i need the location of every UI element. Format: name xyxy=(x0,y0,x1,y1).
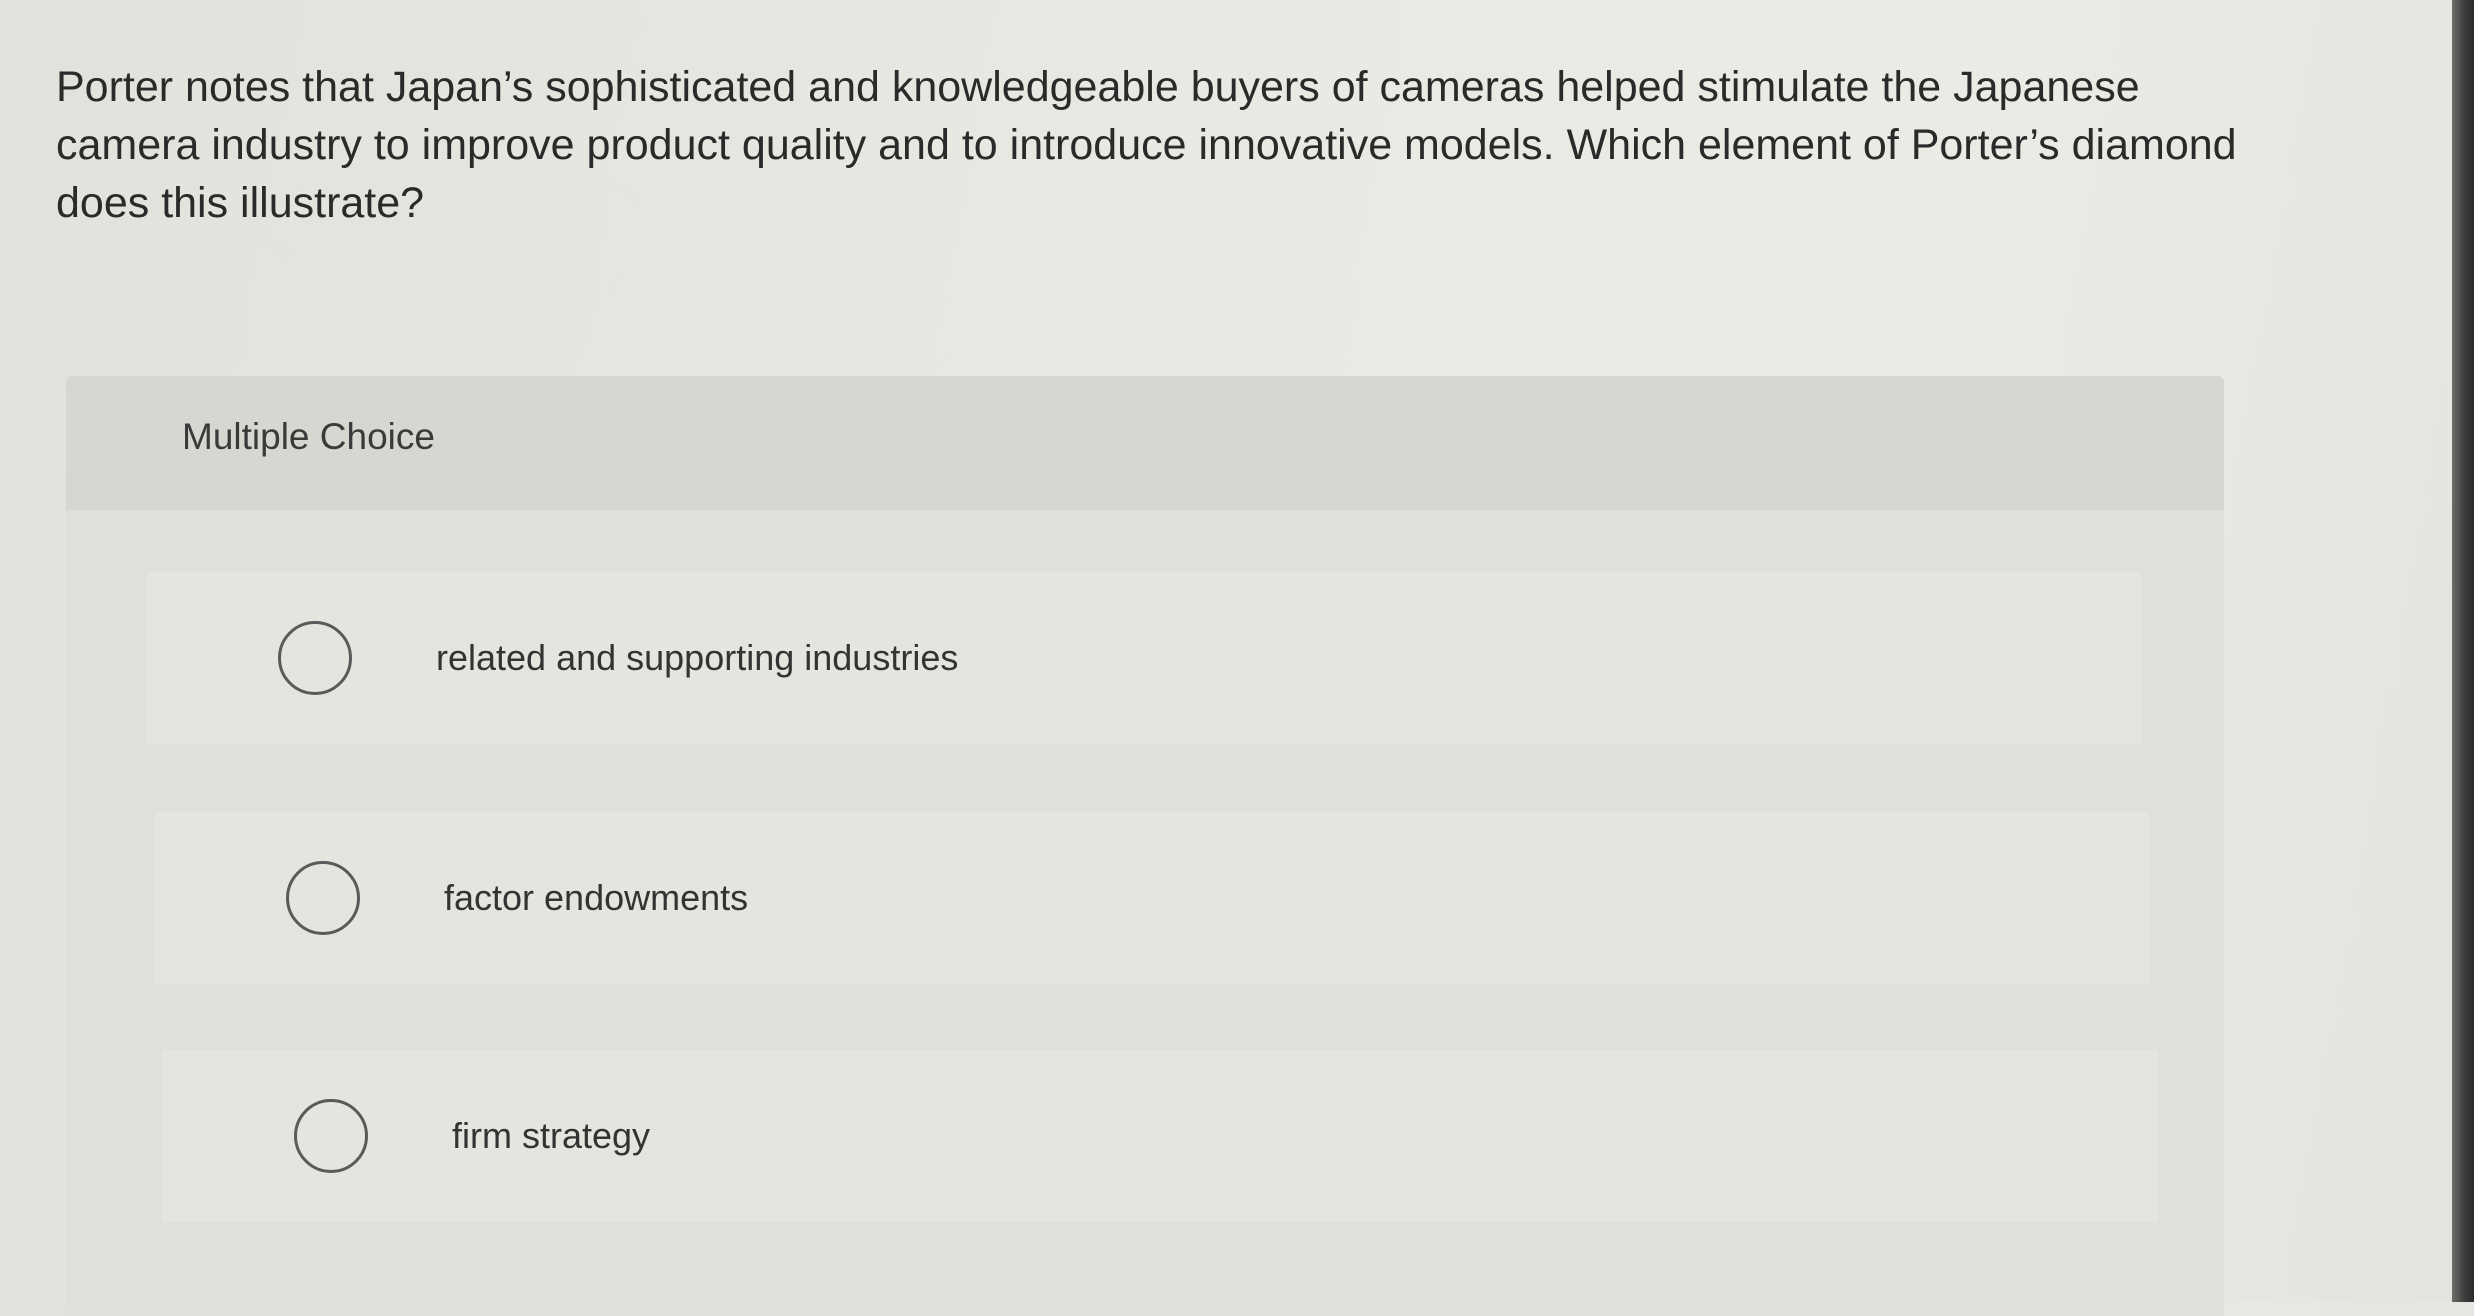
option-related-and-supporting-industries[interactable]: related and supporting industries xyxy=(146,572,2142,744)
multiple-choice-panel: Multiple Choice related and supporting i… xyxy=(66,376,2224,1316)
multiple-choice-label: Multiple Choice xyxy=(182,416,435,457)
option-label: related and supporting industries xyxy=(436,637,959,678)
multiple-choice-header: Multiple Choice xyxy=(66,376,2224,510)
radio-button[interactable] xyxy=(278,621,352,695)
screen-bezel-edge xyxy=(2452,0,2474,1302)
question-text: Porter notes that Japan’s sophisticated … xyxy=(56,63,2237,227)
option-label: factor endowments xyxy=(444,877,749,918)
options-list: related and supporting industries factor… xyxy=(66,510,2224,1316)
option-firm-strategy[interactable]: firm strategy xyxy=(162,1050,2158,1222)
radio-button[interactable] xyxy=(294,1099,368,1173)
option-factor-endowments[interactable]: factor endowments xyxy=(154,812,2150,984)
option-label: firm strategy xyxy=(452,1115,651,1156)
radio-button[interactable] xyxy=(286,861,360,935)
